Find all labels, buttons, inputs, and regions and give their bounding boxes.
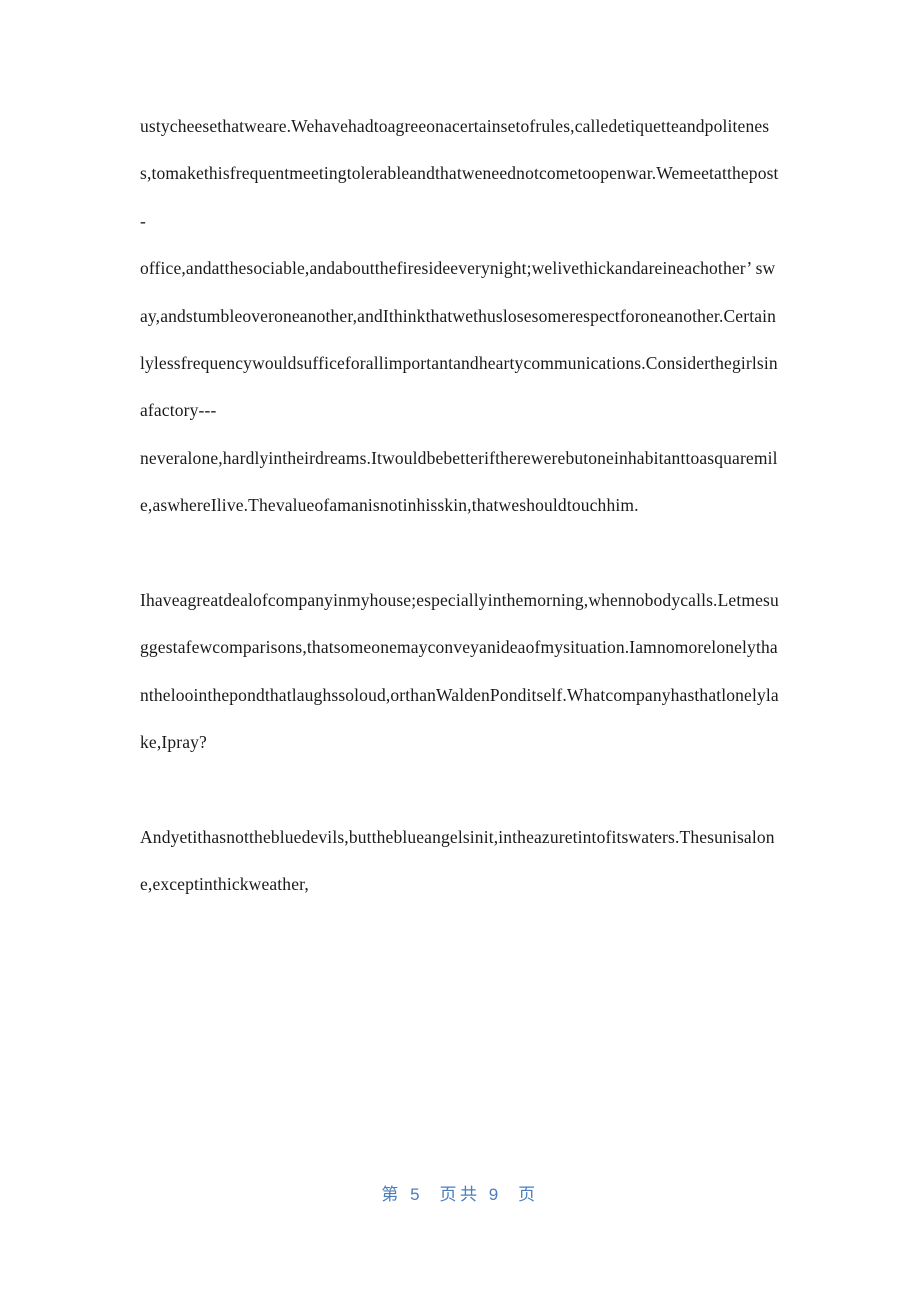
paragraph: ustycheesethatweare.Wehavehadtoagreeonac… xyxy=(140,116,779,516)
document-page: ustycheesethatweare.Wehavehadtoagreeonac… xyxy=(0,0,920,1302)
paragraph: Andyetithasnotthebluedevils,butthebluean… xyxy=(140,827,775,895)
page-footer: 第 5 页共 9 页 xyxy=(0,1180,920,1205)
paragraph: Ihaveagreatdealofcompanyinmyhouse;especi… xyxy=(140,590,779,753)
page-number-indicator: 第 5 页共 9 页 xyxy=(381,1185,539,1204)
document-text-body: ustycheesethatweare.Wehavehadtoagreeonac… xyxy=(140,103,780,909)
